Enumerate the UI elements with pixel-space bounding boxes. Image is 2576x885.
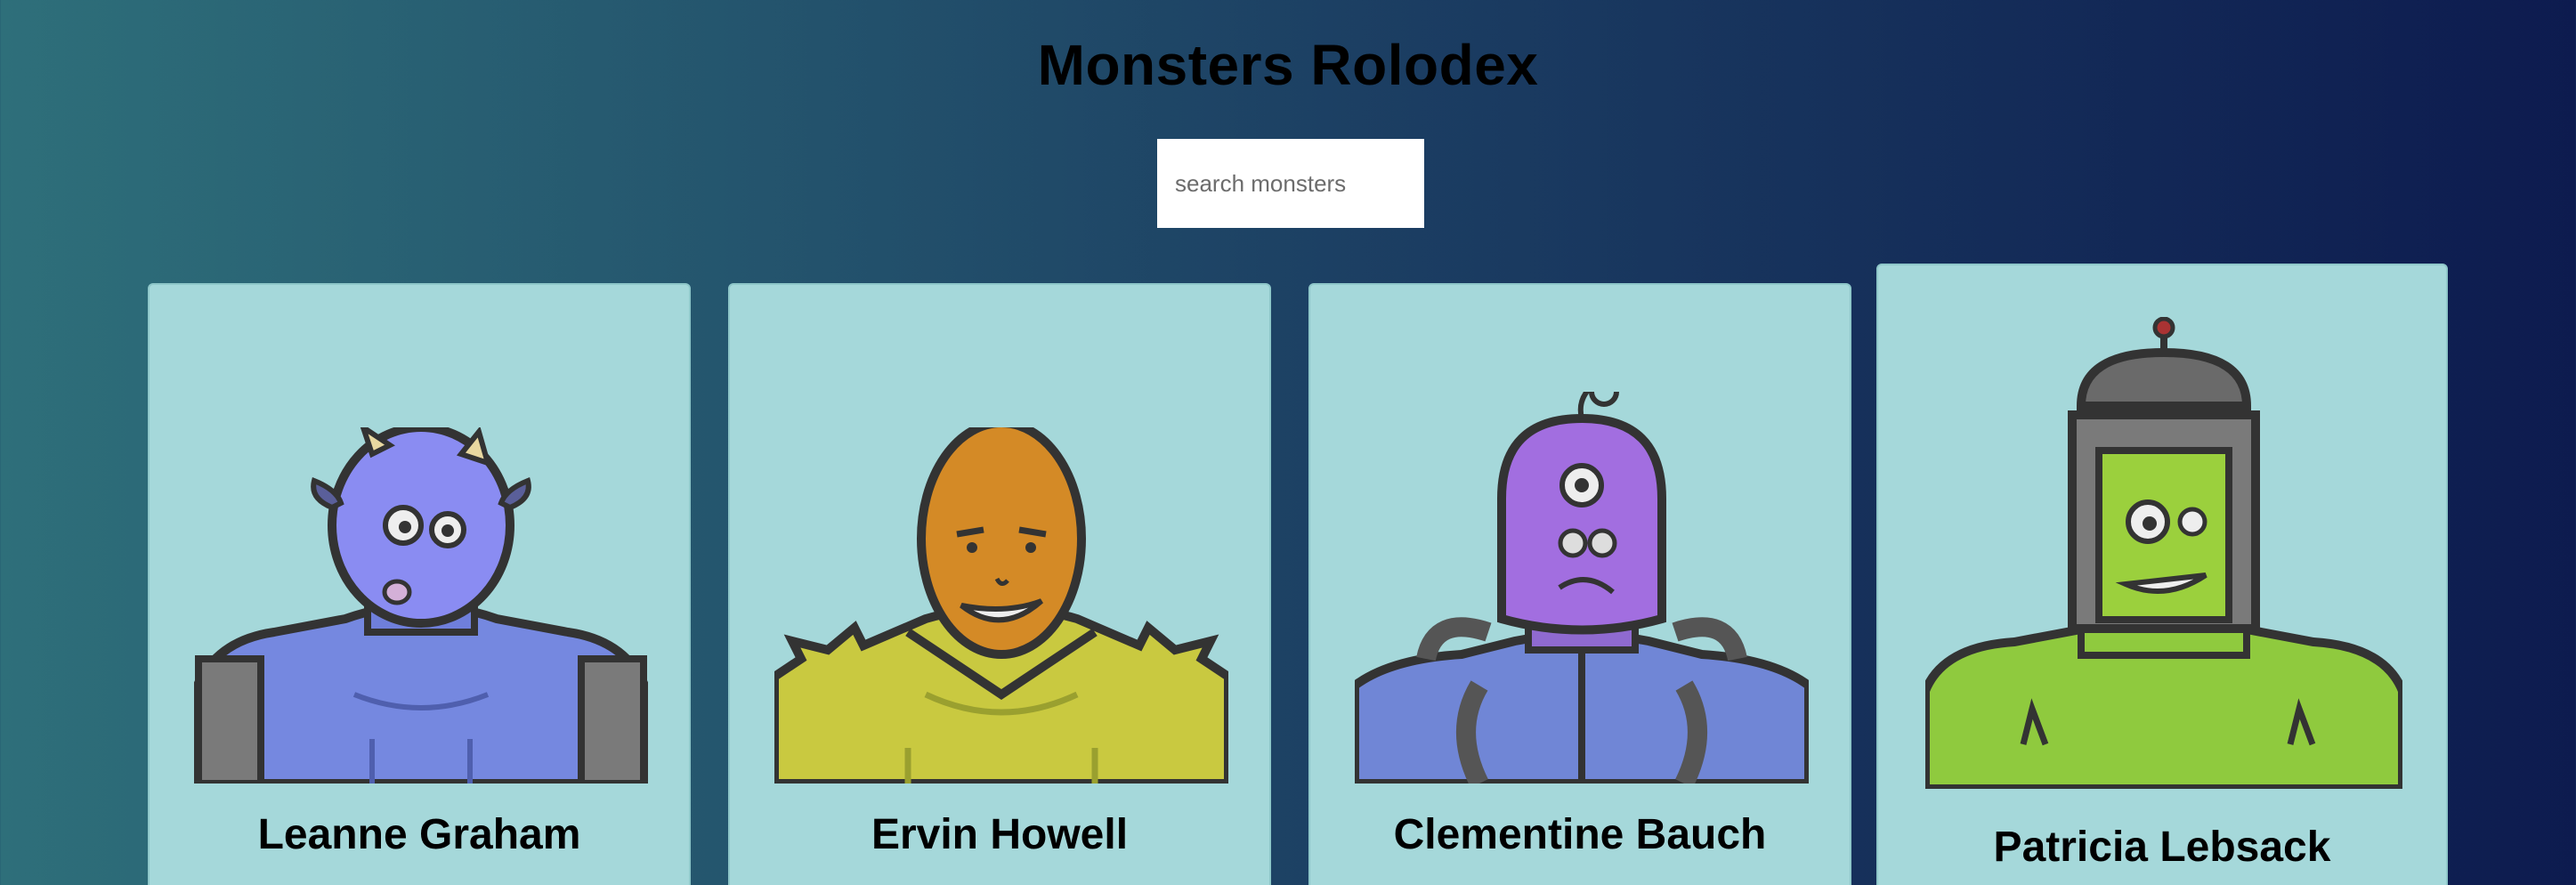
monster-name: Patricia Lebsack bbox=[1993, 824, 2331, 871]
monster-name: Leanne Graham bbox=[257, 811, 581, 858]
monster-avatar-image bbox=[1355, 392, 1809, 784]
search-input[interactable] bbox=[1157, 139, 1424, 228]
page-title: Monsters Rolodex bbox=[1037, 33, 1539, 97]
monster-card-ervin-howell[interactable]: Ervin Howell bbox=[728, 283, 1271, 885]
monster-name: Clementine Bauch bbox=[1393, 811, 1767, 858]
monster-card-leanne-graham[interactable]: Leanne Graham bbox=[148, 283, 691, 885]
monster-avatar-image bbox=[774, 427, 1228, 784]
monster-avatar-image bbox=[1925, 317, 2402, 789]
monster-card-clementine-bauch[interactable]: Clementine Bauch bbox=[1308, 283, 1851, 885]
monster-name: Ervin Howell bbox=[871, 811, 1129, 858]
monster-card-patricia-lebsack[interactable]: Patricia Lebsack bbox=[1876, 264, 2448, 885]
monster-avatar-image bbox=[194, 427, 648, 784]
